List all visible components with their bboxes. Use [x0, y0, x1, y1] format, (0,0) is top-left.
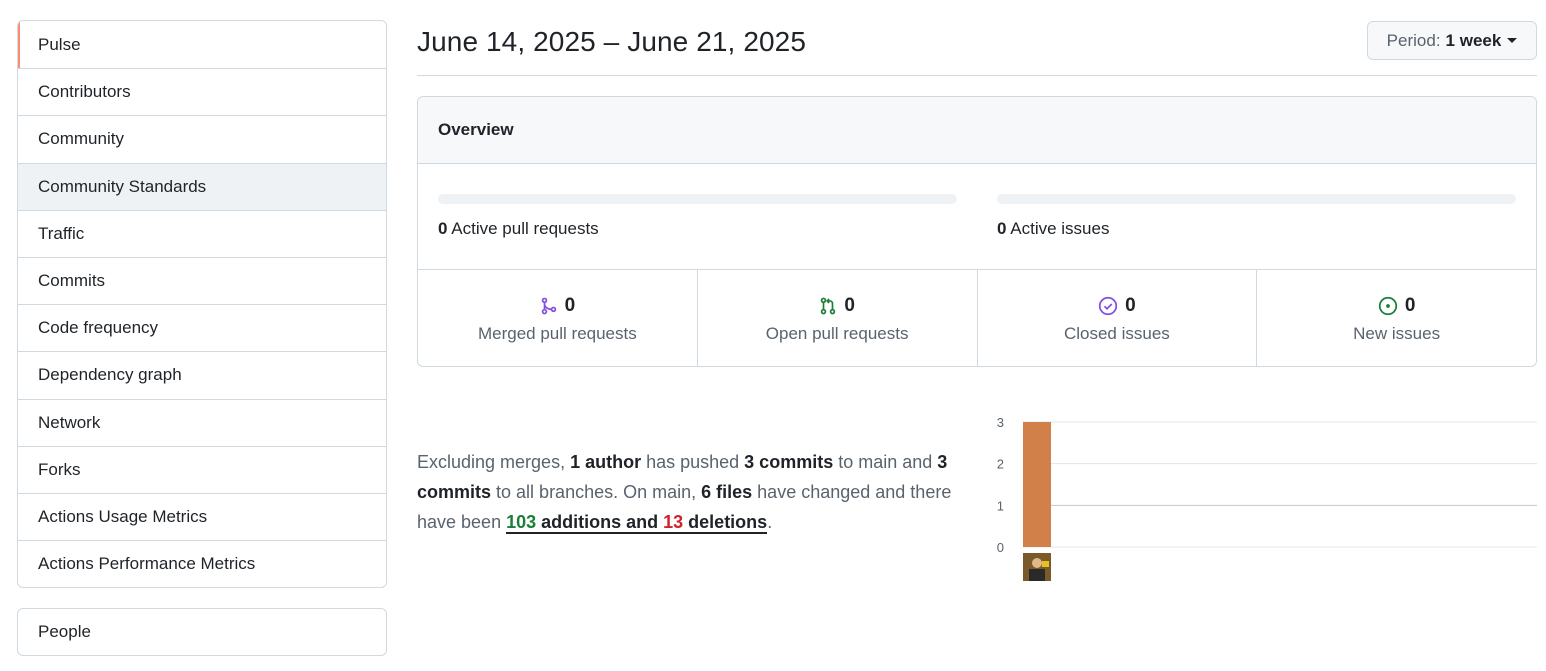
- open-prs-label: Open pull requests: [765, 323, 909, 343]
- git-merge-icon: [541, 297, 556, 314]
- period-select-button[interactable]: Period: 1 week: [1367, 21, 1537, 60]
- summary-text: to all branches. On main,: [491, 482, 702, 502]
- header-divider: [417, 75, 1537, 76]
- open-prs-stat[interactable]: 0 Open pull requests: [696, 270, 977, 366]
- deletions-word: deletions: [683, 512, 768, 532]
- sidebar-item-pulse[interactable]: Pulse: [18, 21, 386, 69]
- and-word: and: [621, 512, 664, 532]
- sidebar-item-network[interactable]: Network: [18, 398, 386, 446]
- commits-by-author-chart: 0 1 2 3: [997, 415, 1537, 581]
- sidebar-item-commits[interactable]: Commits: [18, 256, 386, 304]
- closed-issues-stat[interactable]: 0 Closed issues: [976, 270, 1257, 366]
- overview-box: Overview 0 Active pull requests 0 Active…: [417, 96, 1537, 367]
- commit-summary: Excluding merges, 1 author has pushed 3 …: [417, 447, 982, 537]
- overview-activity-row: 0 Active pull requests 0 Active issues: [418, 164, 1536, 270]
- people-sidebar: People: [17, 608, 387, 656]
- sidebar-item-actions-performance-metrics[interactable]: Actions Performance Metrics: [18, 540, 386, 587]
- period-prefix: Period:: [1386, 30, 1441, 50]
- issue-closed-icon: [1098, 296, 1118, 315]
- active-issues-count: 0: [997, 219, 1007, 238]
- closed-issues-count: 0: [1125, 294, 1136, 316]
- caret-down-icon: [1507, 38, 1518, 43]
- overview-title: Overview: [418, 97, 1536, 164]
- active-prs[interactable]: 0 Active pull requests: [438, 194, 957, 239]
- active-issues[interactable]: 0 Active issues: [997, 194, 1516, 239]
- sidebar-item-contributors[interactable]: Contributors: [18, 68, 386, 115]
- summary-text: Excluding merges,: [417, 452, 571, 472]
- merged-prs-stat[interactable]: 0 Merged pull requests: [418, 270, 697, 366]
- sidebar-item-community-standards[interactable]: Community Standards: [18, 162, 386, 210]
- issue-opened-icon: [1378, 296, 1397, 315]
- active-prs-label: Active pull requests: [451, 219, 599, 238]
- sidebar-item-traffic[interactable]: Traffic: [18, 209, 386, 257]
- additions-count: 103: [506, 512, 537, 532]
- summary-text: .: [767, 512, 773, 532]
- merged-prs-label: Merged pull requests: [477, 323, 637, 343]
- additions-word: additions: [536, 512, 622, 532]
- git-pull-request-icon: [821, 297, 836, 314]
- summary-text: to main and: [833, 452, 938, 472]
- author-count: 1 author: [570, 452, 642, 472]
- closed-issues-label: Closed issues: [1063, 323, 1170, 343]
- sidebar-item-actions-usage-metrics[interactable]: Actions Usage Metrics: [18, 492, 386, 540]
- chart-bar[interactable]: [1023, 422, 1051, 547]
- page-title: June 14, 2025 – June 21, 2025: [417, 26, 807, 57]
- y-tick-label: 1: [997, 498, 1004, 513]
- sidebar-item-code-frequency[interactable]: Code frequency: [18, 304, 386, 351]
- active-prs-progress-bar: [438, 194, 957, 204]
- y-tick-label: 3: [997, 415, 1004, 430]
- overview-stats-row: 0 Merged pull requests 0 Open pull reque…: [418, 270, 1536, 366]
- sidebar-item-dependency-graph[interactable]: Dependency graph: [18, 351, 386, 398]
- y-tick-label: 2: [997, 457, 1004, 472]
- active-prs-count: 0: [438, 219, 448, 238]
- sidebar-item-community[interactable]: Community: [18, 115, 386, 162]
- active-issues-label: Active issues: [1010, 219, 1110, 238]
- new-issues-label: New issues: [1353, 323, 1441, 343]
- diff-link[interactable]: 103 additions and 13 deletions: [506, 512, 768, 534]
- commits-main-count: 3 commits: [744, 452, 834, 472]
- deletions-count: 13: [663, 512, 684, 532]
- merged-prs-count: 0: [564, 294, 576, 316]
- open-prs-count: 0: [844, 294, 855, 316]
- new-issues-count: 0: [1404, 294, 1416, 316]
- new-issues-stat[interactable]: 0 New issues: [1256, 270, 1536, 366]
- author-avatar[interactable]: [1023, 553, 1051, 581]
- active-issues-progress-bar: [997, 194, 1516, 204]
- sidebar-item-forks[interactable]: Forks: [18, 445, 386, 493]
- files-changed-count: 6 files: [701, 482, 753, 502]
- insights-sidebar: Pulse Contributors Community Community S…: [17, 20, 387, 589]
- y-tick-label: 0: [997, 540, 1004, 555]
- summary-text: has pushed: [641, 452, 745, 472]
- period-value: 1 week: [1445, 30, 1502, 50]
- sidebar-item-people[interactable]: People: [18, 609, 386, 655]
